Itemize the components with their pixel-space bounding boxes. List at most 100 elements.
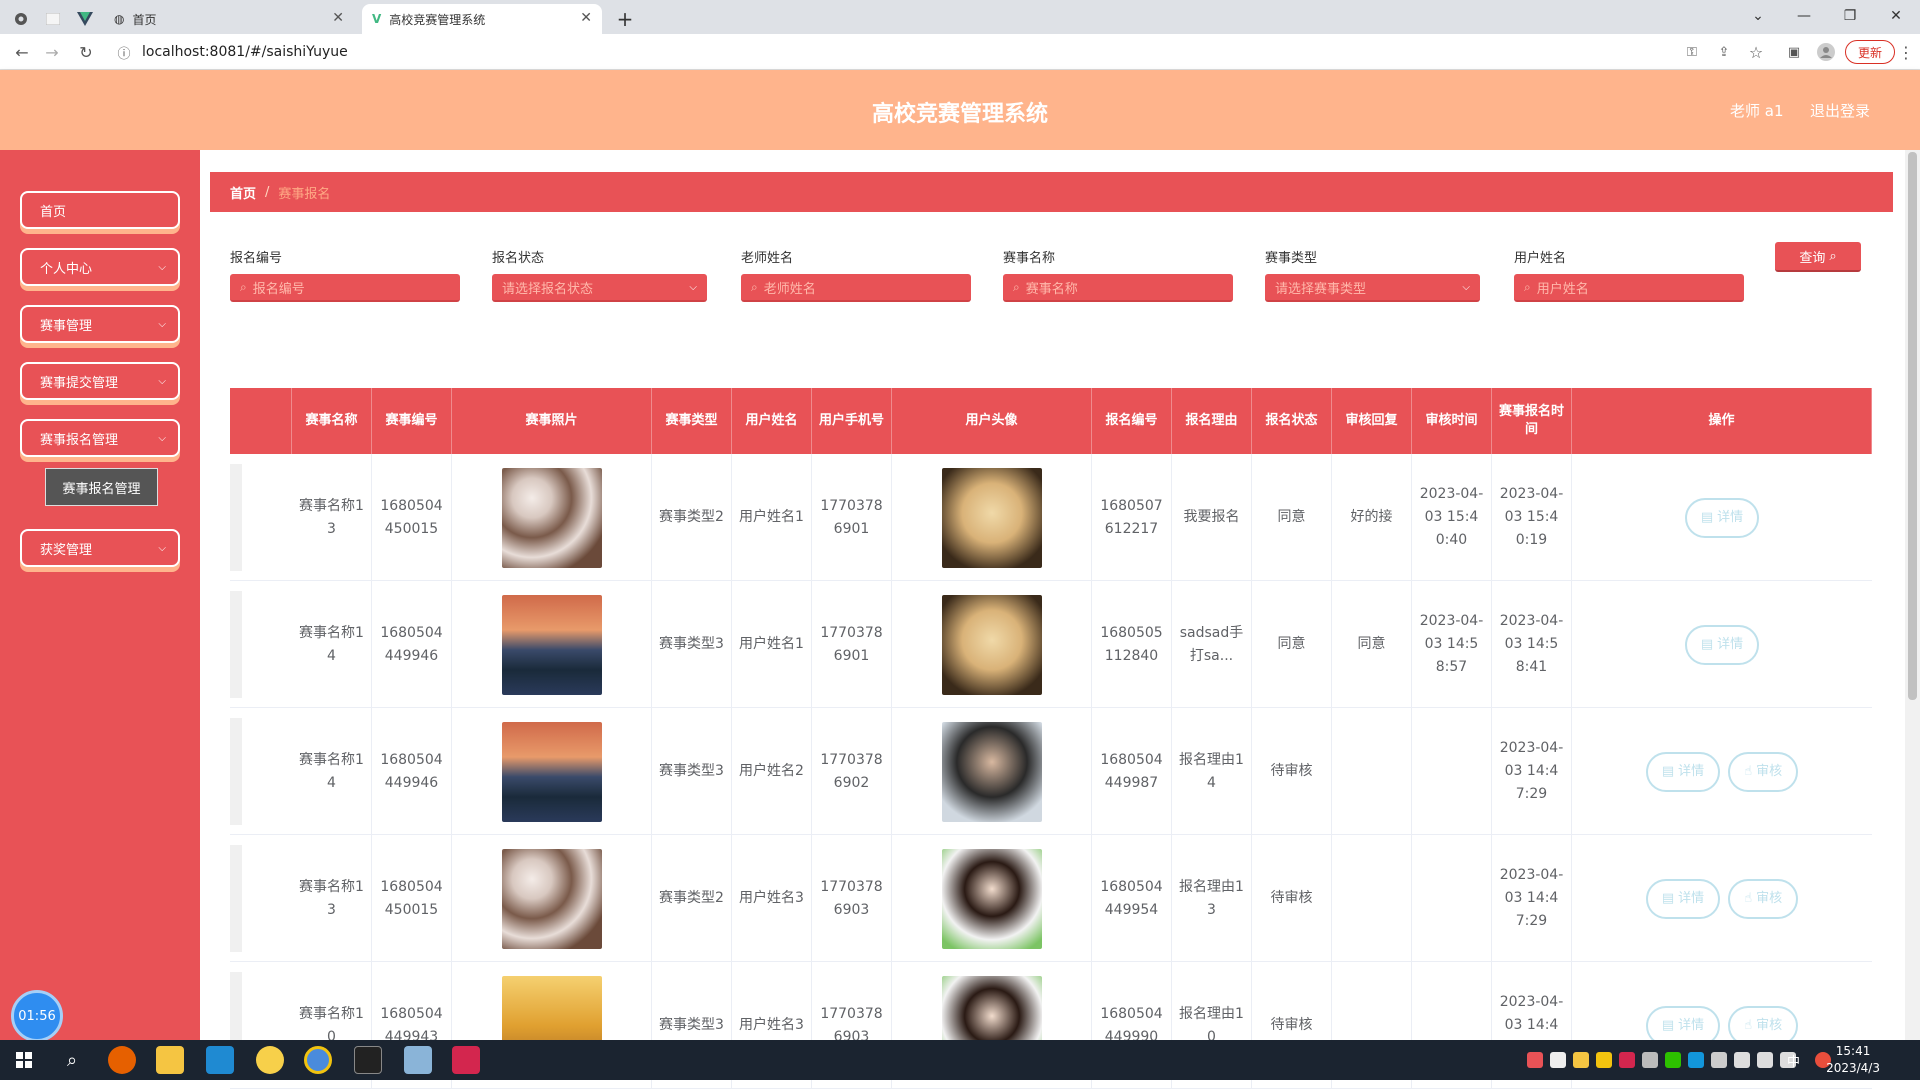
sidebar-item-submission[interactable]: 赛事提交管理 ⌵: [20, 362, 180, 400]
terminal-icon[interactable]: [354, 1046, 382, 1074]
share-icon[interactable]: ⇪: [1712, 40, 1736, 64]
page-scrollbar[interactable]: [1905, 150, 1920, 1040]
table-cell-reg-no: 1680504449954: [1092, 835, 1172, 962]
detail-button[interactable]: ▤ 详情: [1684, 497, 1760, 538]
teacher-name-input[interactable]: ⌕ 老师姓名: [741, 274, 971, 302]
battery-icon[interactable]: [1734, 1052, 1750, 1068]
table-cell-user: 用户姓名1: [732, 581, 812, 708]
event-type-select[interactable]: 请选择赛事类型 ⌵: [1265, 274, 1480, 302]
back-icon[interactable]: ←: [10, 40, 34, 64]
profile-icon[interactable]: [1814, 40, 1838, 64]
column-header: 报名状态: [1252, 388, 1332, 454]
tray-icon[interactable]: [1596, 1052, 1612, 1068]
table-cell-type: 赛事类型2: [652, 835, 732, 962]
taskbar: ⌕ 中 15:41 2023/4/3: [0, 1040, 1920, 1080]
tab-active[interactable]: V 高校竞赛管理系统 ✕: [362, 4, 602, 34]
button-label: 详情: [1678, 891, 1705, 906]
tab-home[interactable]: ◍ 首页 ✕: [104, 4, 354, 34]
tray-icon[interactable]: [1642, 1052, 1658, 1068]
tray-icon[interactable]: [1711, 1052, 1727, 1068]
row-selection-cell[interactable]: [230, 591, 242, 698]
jetbrains-icon[interactable]: [452, 1046, 480, 1074]
detail-button[interactable]: ▤ 详情: [1684, 624, 1760, 665]
sidepanel-icon[interactable]: ▣: [1782, 40, 1806, 64]
info-icon[interactable]: ⓘ: [112, 40, 136, 64]
star-icon[interactable]: ☆: [1744, 40, 1768, 64]
vue-tab-icon[interactable]: [72, 6, 98, 32]
tab-search-icon[interactable]: ⌄: [1735, 0, 1781, 32]
user-name-input[interactable]: ⌕ 用户姓名: [1514, 274, 1744, 302]
column-header: 审核时间: [1412, 388, 1492, 454]
globe-icon: ◍: [114, 12, 125, 26]
firefox-icon[interactable]: [108, 1046, 136, 1074]
update-button[interactable]: 更新: [1845, 40, 1895, 64]
detail-button[interactable]: ▤ 详情: [1645, 751, 1721, 792]
chrome-icon[interactable]: [304, 1046, 332, 1074]
table-cell-phone: 17703786903: [812, 835, 892, 962]
user-avatar-image: [941, 594, 1042, 695]
breadcrumb-home[interactable]: 首页: [230, 183, 256, 202]
tray-icon[interactable]: [1527, 1052, 1543, 1068]
windows-start-icon[interactable]: [10, 1046, 38, 1074]
review-button[interactable]: ☝ 审核: [1728, 751, 1799, 792]
pinned-tab-icon[interactable]: [40, 6, 66, 32]
status-select[interactable]: 请选择报名状态 ⌵: [492, 274, 707, 302]
qq-icon[interactable]: [1688, 1052, 1704, 1068]
column-header: 赛事照片: [452, 388, 652, 454]
file-explorer-icon[interactable]: [156, 1046, 184, 1074]
reload-icon[interactable]: ↻: [74, 40, 98, 64]
close-window-icon[interactable]: ✕: [1873, 0, 1919, 32]
wechat-icon[interactable]: [1665, 1052, 1681, 1068]
tray-icon[interactable]: [1550, 1052, 1566, 1068]
tray-icon[interactable]: [1619, 1052, 1635, 1068]
close-icon[interactable]: ✕: [332, 10, 344, 26]
row-selection-cell[interactable]: [230, 718, 242, 825]
column-header: 报名编号: [1092, 388, 1172, 454]
column-header: 赛事报名时间: [1492, 388, 1572, 454]
column-header: 用户手机号: [812, 388, 892, 454]
user-avatar-image: [941, 721, 1042, 822]
submenu-item-registration[interactable]: 赛事报名管理: [45, 468, 158, 506]
menu-icon[interactable]: ⋮: [1894, 40, 1918, 64]
main-content: 首页 / 赛事报名 报名编号 ⌕ 报名编号 报名状态 请选择报名状态 ⌵ 老师姓名 …: [200, 150, 1920, 1089]
key-icon[interactable]: ⚿: [1680, 40, 1704, 64]
table-cell-reg-time: 2023-04-03 15:40:19: [1492, 454, 1572, 581]
scrollbar-thumb[interactable]: [1908, 152, 1917, 700]
row-selection-cell[interactable]: [230, 464, 242, 571]
ime-indicator[interactable]: 中: [1787, 1051, 1800, 1070]
sidebar-item-registration[interactable]: 赛事报名管理 ⌵: [20, 419, 180, 457]
vscode-icon[interactable]: [206, 1046, 234, 1074]
review-button[interactable]: ☝ 审核: [1728, 878, 1799, 919]
app-icon[interactable]: [256, 1046, 284, 1074]
event-name-input[interactable]: ⌕ 赛事名称: [1003, 274, 1233, 302]
row-selection-cell[interactable]: [230, 845, 242, 952]
wifi-icon[interactable]: [1757, 1052, 1773, 1068]
sidebar-item-awards[interactable]: 获奖管理 ⌵: [20, 529, 180, 567]
search-icon[interactable]: ⌕: [58, 1046, 86, 1074]
address-bar[interactable]: localhost:8081/#/saishiYuyue: [142, 39, 1642, 65]
minimize-icon[interactable]: —: [1781, 0, 1827, 32]
filter-label: 赛事类型: [1265, 251, 1318, 266]
close-icon[interactable]: ✕: [580, 10, 592, 26]
logout-link[interactable]: 退出登录: [1810, 100, 1870, 121]
column-header: 赛事名称: [292, 388, 372, 454]
sidebar-item-profile[interactable]: 个人中心 ⌵: [20, 248, 180, 286]
query-button[interactable]: 查询 ⌕: [1775, 242, 1861, 272]
notepad-icon[interactable]: [404, 1046, 432, 1074]
timer-badge: 01:56: [11, 990, 63, 1042]
sidebar-item-home[interactable]: 首页: [20, 191, 180, 229]
reg-no-input[interactable]: ⌕ 报名编号: [230, 274, 460, 302]
filter-label: 用户姓名: [1514, 251, 1567, 266]
pinned-tab-icon[interactable]: [8, 6, 34, 32]
system-clock[interactable]: 15:41 2023/4/3: [1826, 1043, 1880, 1077]
forward-icon[interactable]: →: [40, 40, 64, 64]
new-tab-button[interactable]: +: [612, 6, 638, 32]
tray-icon[interactable]: [1573, 1052, 1589, 1068]
sidebar-item-event[interactable]: 赛事管理 ⌵: [20, 305, 180, 343]
restore-icon[interactable]: ❐: [1827, 0, 1873, 32]
button-label: 审核: [1756, 1018, 1783, 1033]
detail-button[interactable]: ▤ 详情: [1645, 878, 1721, 919]
search-icon: ⌕: [751, 279, 758, 294]
table-cell-code: 1680504449946: [372, 708, 452, 835]
table-cell-reason: 报名理由13: [1172, 835, 1252, 962]
